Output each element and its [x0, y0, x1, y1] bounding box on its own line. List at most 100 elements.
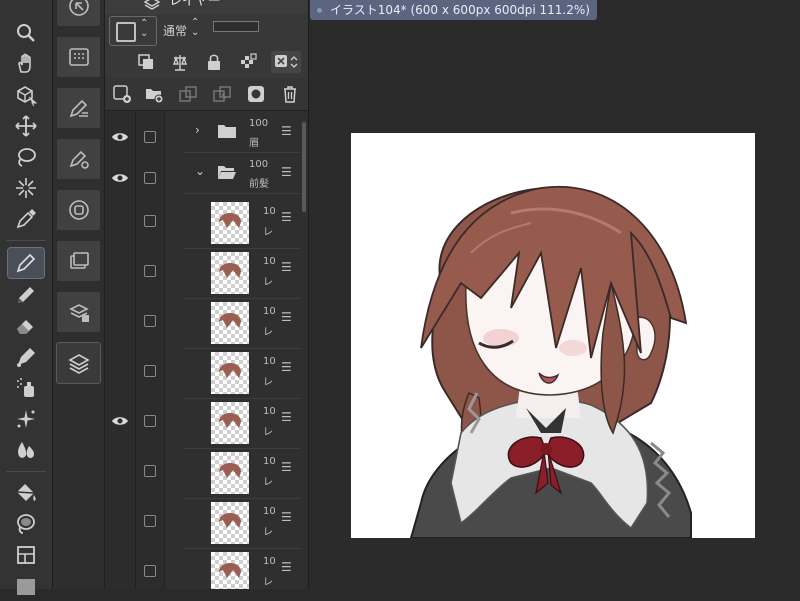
layer-name: レ — [263, 327, 273, 338]
drawing-canvas[interactable] — [351, 133, 755, 538]
opacity-slider[interactable] — [213, 21, 259, 32]
edit-lock-checkbox[interactable] — [144, 265, 156, 277]
object-icon[interactable] — [8, 80, 44, 110]
layer-item[interactable]: ⌄ 100 前髪 ☰ — [183, 156, 301, 194]
color-circle-tab[interactable] — [57, 190, 100, 230]
blend-mode-select[interactable]: 通常 — [163, 22, 187, 39]
edit-lock-checkbox[interactable] — [144, 515, 156, 527]
document-title: イラスト104* (600 x 600px 600dpi 111.2%) — [330, 3, 590, 17]
pencil-icon[interactable] — [8, 280, 44, 310]
layer-menu-icon[interactable]: ☰ — [281, 510, 292, 524]
layer-menu-icon[interactable]: ☰ — [281, 360, 292, 374]
layer-item[interactable]: 10 レ ☰ — [183, 299, 301, 349]
layer-scrollbar[interactable] — [302, 122, 306, 212]
layer-item[interactable]: 10 レ ☰ — [183, 549, 301, 589]
layer-mask-icon[interactable] — [245, 83, 267, 105]
layer-row[interactable]: 10 レ ☰ — [105, 449, 308, 499]
lock-icon[interactable] — [203, 51, 225, 73]
lock-transparency-icon[interactable] — [237, 51, 259, 73]
layer-property-tab[interactable] — [57, 241, 100, 281]
layer-opacity: 10 — [263, 406, 275, 417]
layer-item[interactable]: 10 レ ☰ — [183, 499, 301, 549]
layer-menu-icon[interactable]: ☰ — [281, 124, 292, 138]
expression-color-button[interactable]: ⌃ ⌄ — [109, 16, 157, 46]
eyedropper-icon[interactable] — [8, 204, 44, 234]
pen-icon[interactable] — [7, 247, 45, 279]
navigator-tab[interactable] — [57, 0, 100, 26]
layer-item[interactable]: 10 レ ☰ — [183, 249, 301, 299]
reference-layer-icon[interactable] — [169, 51, 191, 73]
close-dot-icon[interactable] — [317, 8, 322, 13]
blend-icon[interactable] — [8, 435, 44, 465]
layer-panel: レイヤー ⌃ ⌄ 通常 ⌃ ⌄ › 100 眉 ☰ ⌄ 100 前髪 ☰ 10 … — [105, 0, 309, 589]
blend-mode-spinner-icon[interactable]: ⌃ ⌄ — [191, 18, 199, 38]
gradient-icon[interactable] — [8, 509, 44, 539]
tool-property-tab[interactable] — [57, 88, 100, 128]
move-icon[interactable] — [8, 111, 44, 141]
layer-row[interactable]: 10 レ ☰ — [105, 499, 308, 549]
panel-title: レイヤー — [169, 0, 221, 9]
layer-item[interactable]: 10 レ ☰ — [183, 199, 301, 249]
layer-row[interactable]: 10 レ ☰ — [105, 549, 308, 589]
combine-layer-icon[interactable] — [211, 83, 233, 105]
edit-lock-checkbox[interactable] — [144, 365, 156, 377]
edit-lock-checkbox[interactable] — [144, 315, 156, 327]
edit-lock-checkbox[interactable] — [144, 131, 156, 143]
layer-thumbnail — [211, 352, 249, 394]
edit-lock-checkbox[interactable] — [144, 565, 156, 577]
layer-search-tab[interactable] — [57, 292, 100, 332]
brush-size-tab[interactable] — [57, 139, 100, 179]
delete-icon[interactable] — [279, 83, 301, 105]
edit-lock-checkbox[interactable] — [144, 215, 156, 227]
layer-item[interactable]: 10 レ ☰ — [183, 349, 301, 399]
frame-icon[interactable] — [8, 571, 44, 601]
layer-item[interactable]: › 100 眉 ☰ — [183, 115, 301, 153]
transfer-layer-icon[interactable] — [177, 83, 199, 105]
layer-row[interactable]: 10 レ ☰ — [105, 249, 308, 299]
layer-menu-icon[interactable]: ☰ — [281, 310, 292, 324]
layer-options-row — [105, 46, 308, 78]
document-tab[interactable]: イラスト104* (600 x 600px 600dpi 111.2%) — [310, 0, 597, 20]
clip-icon[interactable] — [135, 51, 157, 73]
layer-thumbnail — [211, 302, 249, 344]
edit-lock-checkbox[interactable] — [144, 465, 156, 477]
layer-item[interactable]: 10 レ ☰ — [183, 449, 301, 499]
eye-icon[interactable] — [111, 414, 129, 428]
layer-tab[interactable] — [56, 342, 101, 384]
decoration-icon[interactable] — [8, 342, 44, 372]
edit-lock-checkbox[interactable] — [144, 172, 156, 184]
fill-icon[interactable] — [8, 478, 44, 508]
layer-menu-icon[interactable]: ☰ — [281, 410, 292, 424]
layer-menu-icon[interactable]: ☰ — [281, 165, 292, 179]
eye-icon[interactable] — [111, 130, 129, 144]
layer-row[interactable]: 10 レ ☰ — [105, 349, 308, 399]
edit-lock-checkbox[interactable] — [144, 415, 156, 427]
lasso-icon[interactable] — [8, 142, 44, 172]
chevron-down-icon[interactable]: ⌄ — [195, 164, 205, 178]
layer-row[interactable]: 10 レ ☰ — [105, 299, 308, 349]
chevron-right-icon[interactable]: › — [195, 123, 200, 137]
eraser-icon[interactable] — [8, 311, 44, 341]
new-folder-icon[interactable] — [143, 83, 165, 105]
figure-icon[interactable] — [8, 540, 44, 570]
mask-toggle-icon[interactable] — [271, 51, 301, 73]
layer-name: レ — [263, 477, 273, 488]
layer-opacity: 10 — [263, 206, 275, 217]
layer-menu-icon[interactable]: ☰ — [281, 460, 292, 474]
hand-icon[interactable] — [8, 49, 44, 79]
zoom-icon[interactable] — [8, 18, 44, 48]
airbrush-icon[interactable] — [8, 373, 44, 403]
layer-row[interactable]: 10 レ ☰ — [105, 399, 308, 449]
magic-wand-icon[interactable] — [8, 173, 44, 203]
new-layer-icon[interactable] — [111, 83, 133, 105]
sparkle-icon[interactable] — [8, 404, 44, 434]
layer-row[interactable]: 10 レ ☰ — [105, 199, 308, 249]
layer-menu-icon[interactable]: ☰ — [281, 560, 292, 574]
layer-thumbnail — [211, 502, 249, 544]
layer-menu-icon[interactable]: ☰ — [281, 260, 292, 274]
sub-tool-tab[interactable] — [57, 37, 100, 77]
eye-icon[interactable] — [111, 171, 129, 185]
layer-menu-icon[interactable]: ☰ — [281, 210, 292, 224]
layer-thumbnail — [211, 402, 249, 444]
layer-item[interactable]: 10 レ ☰ — [183, 399, 301, 449]
